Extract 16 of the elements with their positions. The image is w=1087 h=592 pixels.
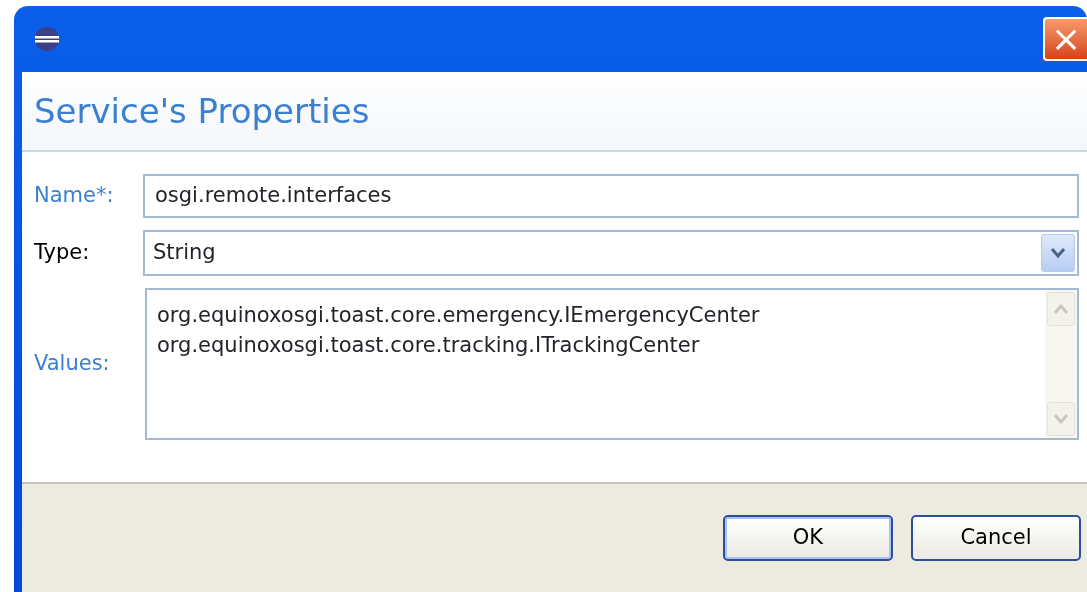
dialog-button[interactable]: Cancel xyxy=(911,515,1081,561)
field-label: Name*: xyxy=(34,182,115,210)
dialog-button[interactable]: OK xyxy=(723,515,893,561)
scroll-down-button[interactable] xyxy=(1047,402,1075,436)
value-line: org.equinoxosgi.toast.core.tracking.ITrackingCenter xyxy=(157,332,700,359)
chevron-down-icon xyxy=(1053,413,1069,425)
sphere-icon xyxy=(34,26,60,52)
name-field[interactable]: osgi.remote.interfaces xyxy=(143,174,1079,218)
field-label: Values: xyxy=(34,350,111,378)
chevron-down-icon xyxy=(1050,247,1066,259)
dialog-heading: Service's Properties xyxy=(34,90,370,132)
chevron-up-icon xyxy=(1053,303,1069,315)
field-label: Type: xyxy=(34,239,91,267)
scroll-up-button[interactable] xyxy=(1047,292,1075,326)
value-line: org.equinoxosgi.toast.core.emergency.IEmergencyCenter xyxy=(157,302,760,329)
type-dropdown[interactable]: String xyxy=(143,230,1079,276)
